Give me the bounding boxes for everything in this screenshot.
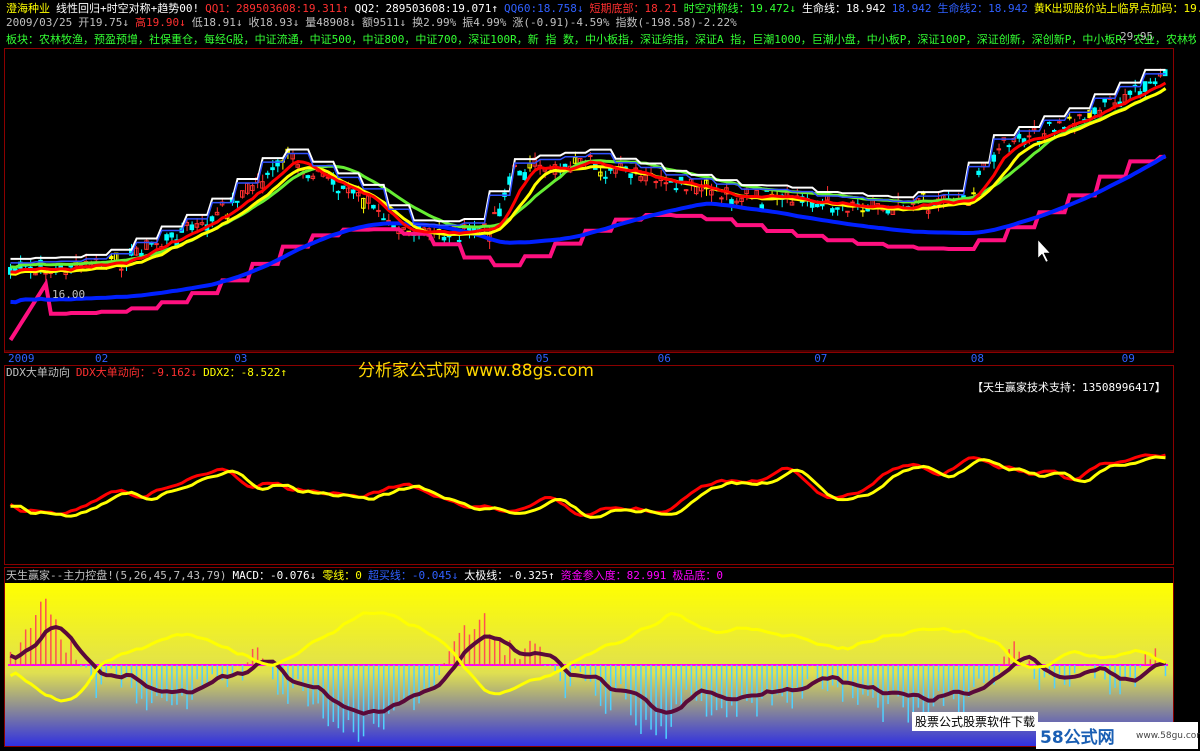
ddx-item-2: DDX2：-8.522↑ — [203, 366, 287, 379]
candle-body — [603, 176, 608, 179]
candle-body — [456, 239, 462, 242]
candle-body — [441, 236, 447, 241]
candle-body — [976, 170, 981, 175]
ddx-red-line — [9, 453, 1166, 517]
support-line — [8, 154, 1166, 342]
candle-body — [381, 218, 386, 221]
ddx-item-1: DDX大单动向：-9.162↓ — [75, 366, 198, 379]
date-axis-tick: 07 — [814, 352, 828, 365]
download-banner[interactable]: 股票公式股票软件下载 — [912, 712, 1039, 731]
mouse-cursor-icon — [1037, 239, 1051, 263]
date-axis-tick: 03 — [234, 352, 248, 365]
price-low-label: 16.00 — [52, 288, 86, 301]
date-axis-tick: 06 — [657, 352, 671, 365]
candle-body — [1067, 116, 1072, 119]
candle-body — [1026, 135, 1032, 138]
candle-body — [335, 190, 341, 194]
candle-body — [1046, 121, 1052, 124]
macd-item-6: 极品底：0 — [672, 569, 724, 582]
candle-body — [814, 203, 820, 208]
site-logo[interactable]: 58公式网 www.58gu.com — [1036, 722, 1200, 749]
candle-body — [663, 182, 669, 185]
candle-body — [719, 197, 724, 200]
candle-body — [971, 192, 976, 195]
ddx-header: DDX大单动向 DDX大单动向：-9.162↓ DDX2：-8.522↑ — [6, 366, 293, 380]
candle-body — [1052, 129, 1057, 132]
candle-body — [305, 175, 311, 179]
macd-item-0: 天生赢家--主力控盘!(5,26,45,7,43,79) — [6, 569, 227, 582]
candle-body — [350, 189, 356, 194]
macd-item-2: 零线：0 — [322, 569, 362, 582]
candle-body — [270, 167, 275, 171]
watermark-text: 分析家公式网 www.88gs.com — [358, 361, 594, 381]
candle-body — [139, 252, 144, 256]
candle-body — [991, 154, 997, 162]
candle-body — [653, 181, 659, 184]
logo-url: www.58gu.com — [1136, 731, 1200, 741]
candle-body — [386, 219, 391, 222]
candle-body — [522, 172, 527, 180]
candle-body — [860, 210, 865, 213]
candle-body — [482, 223, 487, 226]
candle-body — [1092, 107, 1097, 114]
candle-body — [920, 192, 926, 195]
candle-body — [809, 202, 815, 208]
candle-body — [830, 208, 835, 213]
candle-body — [118, 268, 124, 271]
candle-body — [517, 170, 522, 176]
candle-body — [588, 155, 593, 158]
candle-body — [835, 207, 840, 210]
candle-body — [340, 185, 346, 189]
logo-main: 58公式网 — [1040, 728, 1115, 748]
candle-body — [265, 172, 270, 175]
candle-body — [68, 265, 74, 268]
candle-body — [209, 216, 215, 222]
candle-body — [376, 209, 381, 212]
candle-body — [678, 176, 684, 182]
candle-body — [1006, 145, 1012, 148]
candle-body — [234, 200, 240, 203]
support-text: 【天生赢家技术支持：13508996417】 — [972, 381, 1166, 394]
candle-body — [1142, 81, 1148, 92]
candle-body — [58, 265, 63, 268]
candle-body — [729, 199, 734, 205]
date-axis-tick: 08 — [970, 352, 985, 365]
date-axis-tick: 2009 — [8, 352, 35, 365]
date-axis-tick: 09 — [1121, 352, 1135, 365]
candle-body — [1152, 81, 1158, 85]
candle-body — [169, 232, 174, 238]
macd-item-3: 超买线：-0.045↓ — [367, 569, 459, 582]
candle-body — [371, 204, 376, 209]
candle-body — [1016, 133, 1022, 139]
yellow-ma-line — [10, 87, 1167, 276]
price-high-label: 29.95 — [1120, 30, 1154, 43]
macd-item-4: 太极线：-0.325↑ — [464, 569, 555, 582]
candle-body — [189, 224, 195, 231]
candle-body — [845, 210, 850, 213]
ddx-item-0: DDX大单动向 — [6, 366, 70, 379]
candle-body — [43, 272, 48, 275]
macd-item-5: 资金参入度：82.991 — [560, 569, 667, 582]
date-axis-tick: 02 — [95, 352, 109, 365]
candle-body — [673, 188, 679, 191]
candle-body — [497, 208, 502, 217]
macd-item-1: MACD：-0.076↓ — [232, 569, 317, 582]
candle-body — [628, 173, 633, 178]
candle-body — [1127, 90, 1133, 95]
candle-body — [108, 255, 114, 260]
candle-body — [164, 234, 169, 241]
candle-body — [1147, 81, 1153, 84]
candle-body — [1102, 97, 1107, 103]
macd-header: 天生赢家--主力控盘!(5,26,45,7,43,79) MACD：-0.076↓… — [6, 569, 729, 583]
